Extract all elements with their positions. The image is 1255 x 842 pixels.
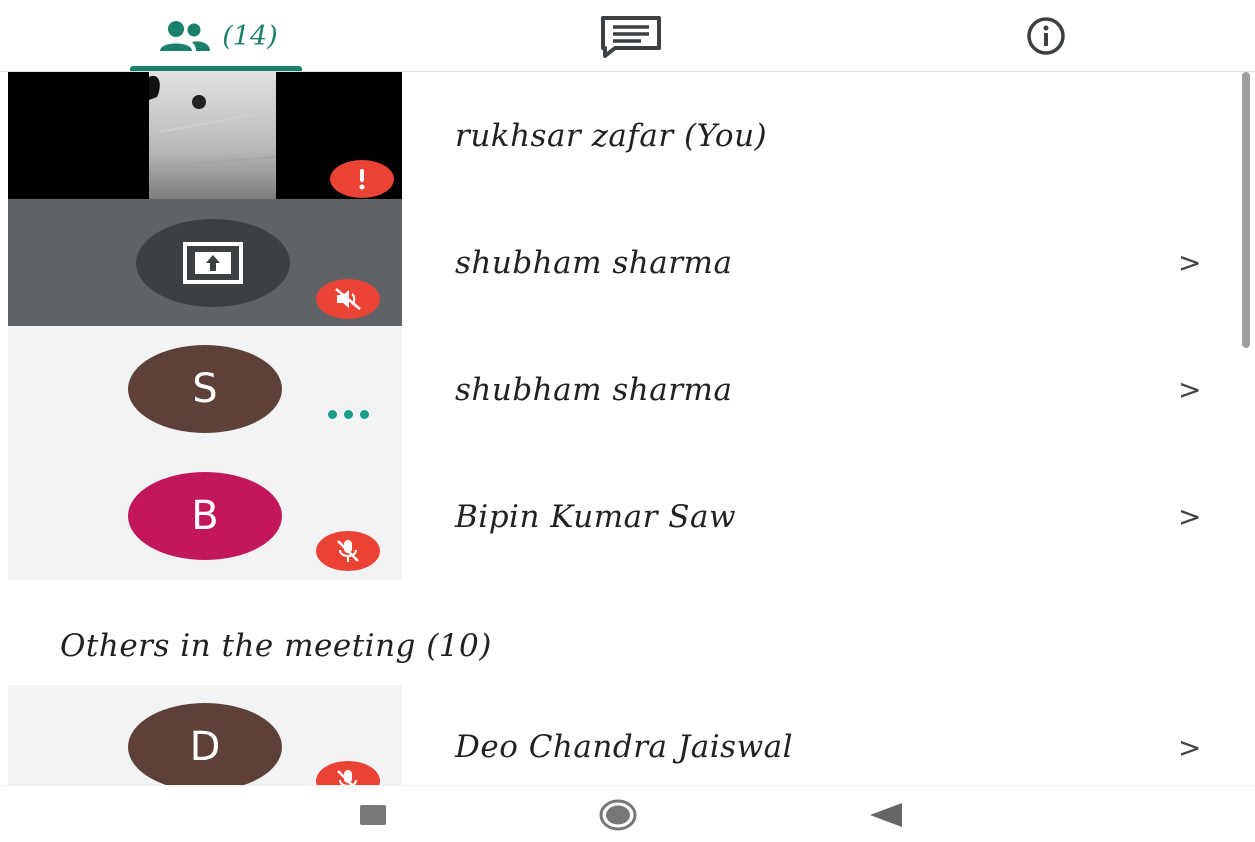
tab-info[interactable] [960, 0, 1132, 72]
chevron-right-icon[interactable]: > [1178, 326, 1201, 453]
system-nav-bar [0, 785, 1255, 842]
back-button[interactable] [866, 798, 906, 832]
participant-video-tile [8, 72, 402, 199]
participant-avatar-tile: D [8, 685, 402, 785]
present-screen-icon [183, 242, 243, 284]
participant-row[interactable]: D Deo Chandra Jaiswal > [0, 685, 1240, 785]
participant-row[interactable]: rukhsar zafar (You) [0, 72, 1240, 199]
alert-badge [330, 160, 394, 198]
recents-button[interactable] [356, 798, 390, 832]
chevron-right-icon[interactable]: > [1178, 453, 1201, 580]
presenting-indicator [136, 219, 290, 307]
participant-row[interactable]: shubham sharma > [0, 199, 1240, 326]
avatar: S [128, 345, 282, 433]
muted-badge [316, 279, 380, 319]
participant-row[interactable]: S shubham sharma > [0, 326, 1240, 453]
participant-name: Deo Chandra Jaiswal [455, 729, 794, 765]
triangle-back-icon [870, 803, 902, 827]
participant-name: Bipin Kumar Saw [455, 498, 737, 535]
participant-name: rukhsar zafar (You) [455, 117, 768, 154]
people-icon [160, 21, 211, 51]
mic-off-icon [337, 540, 359, 562]
avatar-initial: B [191, 493, 219, 539]
scrollbar[interactable] [1242, 72, 1250, 348]
square-icon [360, 805, 386, 825]
active-tab-indicator [130, 66, 302, 71]
chevron-right-icon[interactable]: > [1178, 685, 1201, 785]
muted-badge [316, 761, 380, 785]
avatar: B [128, 472, 282, 560]
volume-off-icon [335, 288, 361, 310]
participant-name: shubham sharma [455, 371, 733, 408]
tab-bar: (14) [0, 0, 1255, 72]
chat-icon [601, 16, 661, 58]
people-count: (14) [222, 20, 278, 52]
avatar: D [128, 703, 282, 785]
participant-presenting-tile [8, 199, 402, 326]
others-section-heading: Others in the meeting (10) [60, 628, 492, 664]
participant-name: shubham sharma [455, 244, 733, 281]
video-frame-image [148, 72, 277, 199]
info-icon [1027, 17, 1065, 55]
participant-row[interactable]: B Bipin Kumar Saw > [0, 453, 1240, 580]
alert-icon [359, 169, 365, 190]
tab-chat[interactable] [545, 0, 717, 72]
chevron-right-icon[interactable]: > [1178, 199, 1201, 326]
speaking-indicator [328, 410, 369, 419]
home-button[interactable] [598, 798, 638, 832]
participant-avatar-tile: S [8, 326, 402, 453]
participant-avatar-tile: B [8, 453, 402, 580]
mic-off-icon [337, 770, 357, 785]
avatar-initial: S [192, 366, 218, 412]
muted-badge [316, 531, 380, 571]
self-video-preview [148, 72, 277, 199]
tab-people[interactable]: (14) [130, 0, 302, 72]
participant-list: rukhsar zafar (You) shubham sharma > S s… [0, 72, 1240, 580]
circle-icon [599, 799, 637, 831]
avatar-initial: D [189, 724, 221, 770]
